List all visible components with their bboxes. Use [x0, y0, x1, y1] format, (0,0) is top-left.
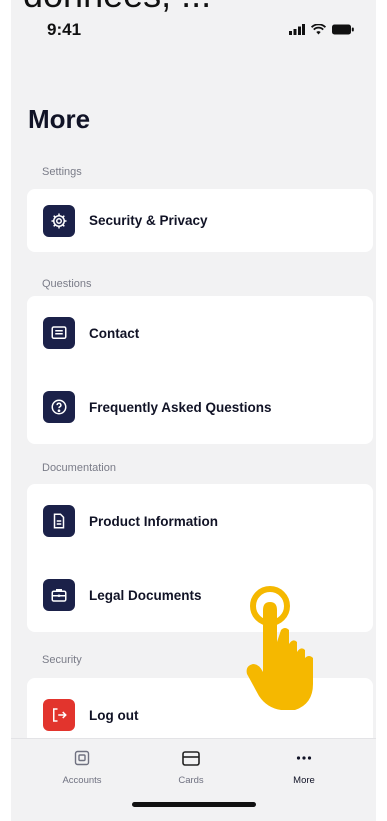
- briefcase-icon: [43, 579, 75, 611]
- tab-label: Accounts: [62, 775, 102, 786]
- logout-icon: [43, 699, 75, 731]
- card-icon: [141, 747, 241, 769]
- menu-item-label: Log out: [89, 707, 139, 723]
- accounts-icon: [32, 747, 132, 769]
- question-icon: [43, 391, 75, 423]
- menu-item-label: Frequently Asked Questions: [89, 399, 272, 415]
- caption-text: données, ...: [11, 0, 376, 13]
- tab-cards[interactable]: Cards: [141, 747, 241, 786]
- settings-card: Security & Privacy: [27, 189, 373, 252]
- section-label-documentation: Documentation: [42, 462, 116, 474]
- tab-label: Cards: [178, 775, 204, 786]
- home-indicator: [132, 802, 256, 807]
- menu-item-label: Security & Privacy: [89, 213, 208, 228]
- menu-item-faq[interactable]: Frequently Asked Questions: [27, 370, 373, 444]
- message-icon: [43, 317, 75, 349]
- gear-icon: [43, 204, 75, 237]
- tab-label: More: [293, 775, 315, 786]
- menu-item-label: Legal Documents: [89, 587, 202, 603]
- tap-pointer-icon: [246, 586, 313, 710]
- wifi-icon: [311, 24, 326, 35]
- questions-card: Contact Frequently Asked Questions: [27, 296, 373, 444]
- menu-item-contact[interactable]: Contact: [27, 296, 373, 370]
- tab-more[interactable]: More: [254, 747, 354, 786]
- tab-bar: Accounts Cards More: [11, 738, 376, 821]
- tab-accounts[interactable]: Accounts: [32, 747, 132, 786]
- section-label-security: Security: [42, 654, 82, 666]
- menu-item-label: Contact: [89, 325, 140, 341]
- signal-icon: [289, 24, 305, 35]
- menu-item-security-privacy[interactable]: Security & Privacy: [27, 189, 373, 252]
- document-icon: [43, 505, 75, 537]
- section-label-questions: Questions: [42, 278, 92, 290]
- status-icons: [289, 24, 354, 35]
- status-time: 9:41: [47, 20, 82, 39]
- battery-icon: [332, 24, 354, 35]
- menu-item-label: Product Information: [89, 513, 218, 529]
- phone-screen: données, ... 9:41 More Settings: [11, 0, 376, 821]
- page-title: More: [28, 104, 91, 134]
- section-label-settings: Settings: [42, 166, 82, 178]
- more-dots-icon: [254, 747, 354, 769]
- menu-item-product-information[interactable]: Product Information: [27, 484, 373, 558]
